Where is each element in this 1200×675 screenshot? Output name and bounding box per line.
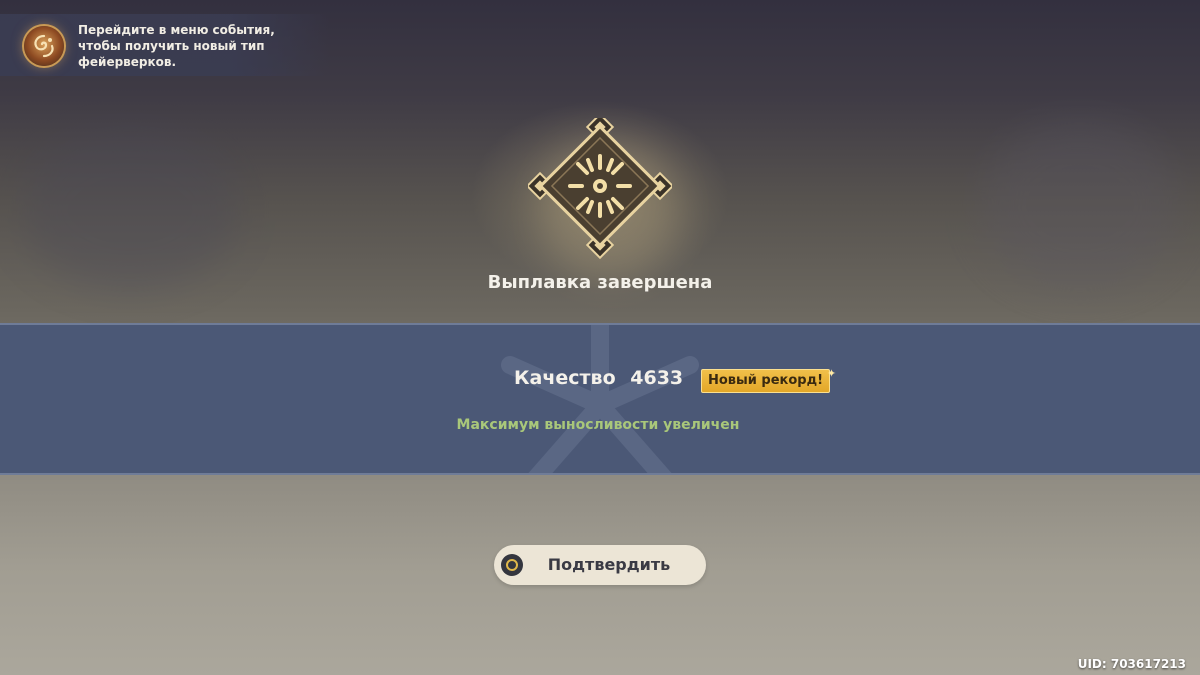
event-notification[interactable]: Перейдите в меню события, чтобы получить…	[0, 14, 330, 76]
background-blur	[980, 120, 1180, 290]
bonus-text: Максимум выносливости увеличен	[0, 417, 1200, 433]
sparkle-icon: ✦	[826, 367, 837, 380]
notification-line: Перейдите в меню события,	[78, 23, 275, 37]
new-record-badge: Новый рекорд! ✦	[701, 367, 836, 393]
event-fireworks-icon	[24, 26, 64, 66]
firework-burst-icon	[525, 112, 675, 262]
band-firework-watermark	[501, 325, 699, 473]
quality-value: 4633	[630, 367, 684, 389]
notification-line: фейерверков.	[78, 55, 177, 69]
quality-score: Качество 4633	[514, 367, 683, 389]
uid-label: UID: 703617213	[1077, 657, 1186, 671]
quality-label: Качество	[514, 367, 616, 389]
confirm-button-label: Подтвердить	[547, 555, 671, 574]
result-title: Выплавка завершена	[487, 272, 713, 293]
notification-text: Перейдите в меню события, чтобы получить…	[78, 22, 308, 70]
result-panel: Качество 4633 Новый рекорд! ✦ Максимум в…	[0, 323, 1200, 475]
bonus-label: Максимум выносливости увеличен	[456, 417, 740, 433]
background-blur	[20, 130, 240, 290]
notification-line: чтобы получить новый тип	[78, 39, 265, 53]
new-record-label: Новый рекорд!	[708, 373, 824, 388]
confirm-button[interactable]: Подтвердить	[494, 545, 706, 585]
